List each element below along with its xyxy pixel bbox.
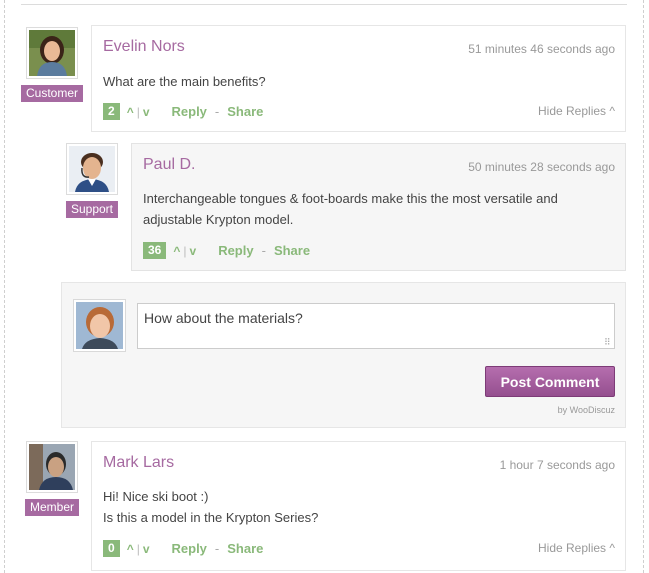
hide-replies-toggle[interactable]: Hide Replies ^ xyxy=(538,104,615,118)
reply-link[interactable]: Reply xyxy=(172,541,207,556)
vote-count: 0 xyxy=(103,540,120,557)
vote-up-icon[interactable]: ^ xyxy=(124,542,137,556)
role-badge: Support xyxy=(65,201,119,218)
action-separator: - xyxy=(261,243,266,258)
comment-actions: 0 ^ | v Reply - Share xyxy=(103,540,263,557)
comment-text: What are the main benefits? xyxy=(103,71,266,92)
comment-1: Evelin Nors 51 minutes 46 seconds ago Wh… xyxy=(91,25,626,132)
post-comment-button[interactable]: Post Comment xyxy=(485,366,615,397)
comment-actions: 2 ^ | v Reply - Share xyxy=(103,103,263,120)
reply-link[interactable]: Reply xyxy=(172,104,207,119)
comment-text-line: Is this a model in the Krypton Series? xyxy=(103,510,319,525)
reply-textarea[interactable]: How about the materials? xyxy=(137,303,615,349)
vote-count: 36 xyxy=(143,242,167,259)
avatar[interactable] xyxy=(66,143,118,195)
action-separator: - xyxy=(214,541,220,556)
avatar-paul-image xyxy=(69,146,115,192)
avatar xyxy=(73,299,126,352)
comment-actions: 36 ^ | v Reply - Share xyxy=(143,242,310,259)
comment-author[interactable]: Paul D. xyxy=(143,156,195,174)
top-divider xyxy=(21,4,627,5)
share-link[interactable]: Share xyxy=(227,541,263,556)
comment-text: Hi! Nice ski boot :) Is this a model in … xyxy=(103,486,318,528)
comment-text-line: Interchangeable tongues & foot-boards ma… xyxy=(143,191,558,206)
hide-replies-toggle[interactable]: Hide Replies ^ xyxy=(538,541,615,555)
comment-3: Mark Lars 1 hour 7 seconds ago Hi! Nice … xyxy=(91,441,626,571)
action-separator: - xyxy=(214,104,220,119)
vote-down-icon[interactable]: v xyxy=(140,542,153,556)
comment-2: Paul D. 50 minutes 28 seconds ago Interc… xyxy=(131,143,626,271)
comment-author[interactable]: Mark Lars xyxy=(103,454,174,472)
comment-2-avatar-block: Support xyxy=(65,143,119,218)
reply-link[interactable]: Reply xyxy=(218,243,253,258)
vote-count: 2 xyxy=(103,103,120,120)
comment-author[interactable]: Evelin Nors xyxy=(103,38,185,56)
comment-time: 1 hour 7 seconds ago xyxy=(499,458,615,472)
comment-1-avatar-block: Customer xyxy=(20,27,84,102)
comment-text-line: Hi! Nice ski boot :) xyxy=(103,489,209,504)
vote-up-icon[interactable]: ^ xyxy=(124,105,137,119)
share-link[interactable]: Share xyxy=(274,243,310,258)
vote-up-icon[interactable]: ^ xyxy=(170,244,183,258)
powered-by-text: by WooDiscuz xyxy=(557,405,615,415)
reply-form: How about the materials? ⠿ Post Comment … xyxy=(61,282,626,428)
avatar-reply-user-image xyxy=(76,302,123,349)
role-badge: Member xyxy=(24,499,80,516)
avatar-mark-image xyxy=(29,444,75,490)
avatar-evelin-image xyxy=(29,30,75,76)
comment-3-avatar-block: Member xyxy=(24,441,80,516)
comment-text-line: What are the main benefits? xyxy=(103,74,266,89)
comment-time: 50 minutes 28 seconds ago xyxy=(468,160,615,174)
vote-down-icon[interactable]: v xyxy=(140,105,153,119)
comment-text: Interchangeable tongues & foot-boards ma… xyxy=(143,188,558,230)
avatar[interactable] xyxy=(26,27,78,79)
share-link[interactable]: Share xyxy=(227,104,263,119)
resize-grip-icon[interactable]: ⠿ xyxy=(604,338,611,347)
comment-time: 51 minutes 46 seconds ago xyxy=(468,42,615,56)
role-badge: Customer xyxy=(20,85,84,102)
comment-text-line: adjustable Krypton model. xyxy=(143,212,294,227)
avatar[interactable] xyxy=(26,441,78,493)
vote-down-icon[interactable]: v xyxy=(187,244,200,258)
